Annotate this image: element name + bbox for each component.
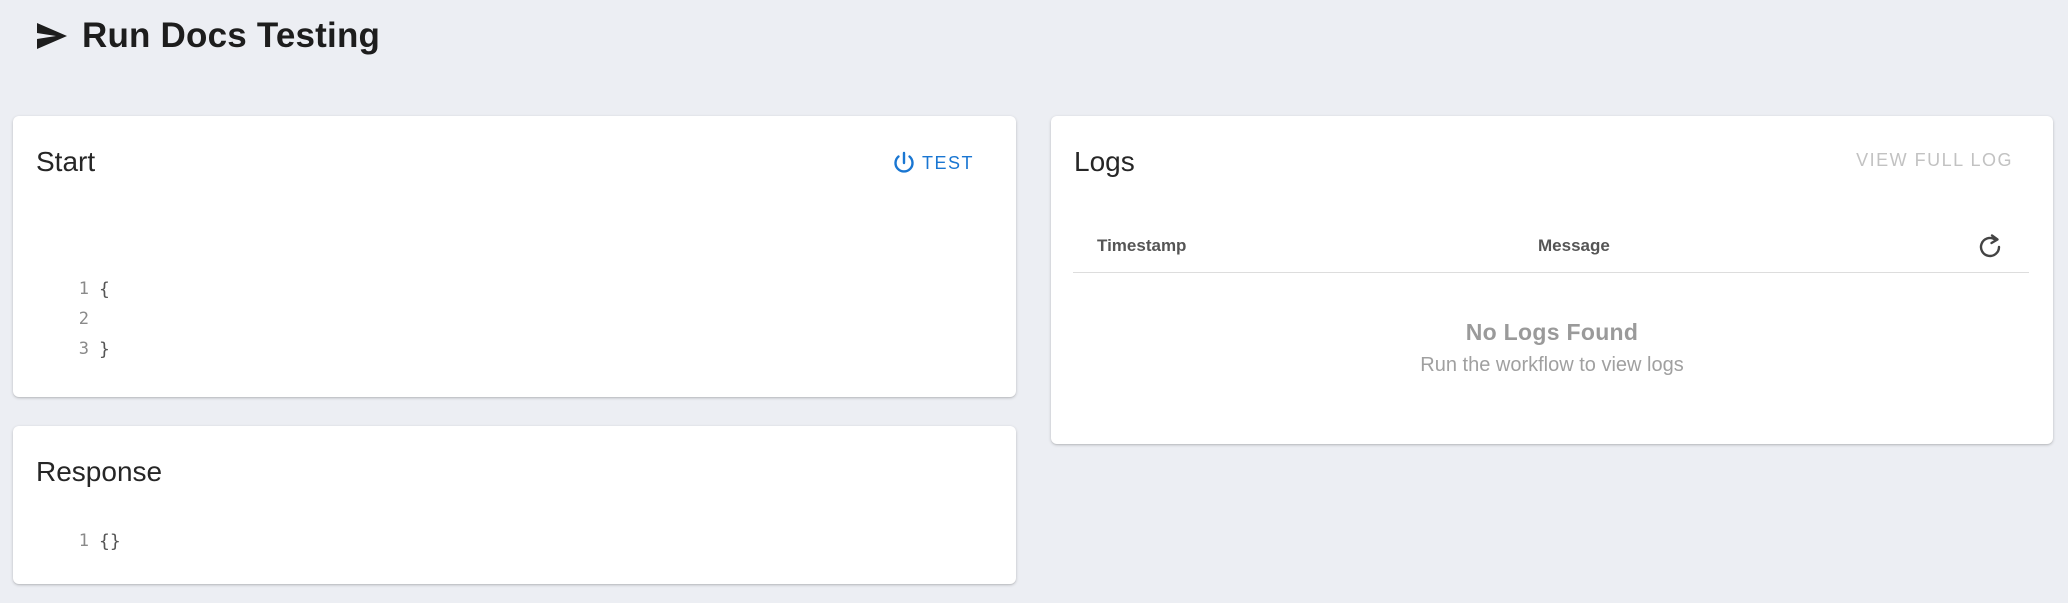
message-column-header[interactable]: Message [1538,236,1610,256]
empty-state-subtitle: Run the workflow to view logs [1420,354,1684,376]
test-button-label: TEST [921,152,974,173]
logs-card-title: Logs [1074,146,1135,177]
test-button[interactable]: TEST [888,145,978,181]
code-text: { [99,278,110,300]
start-code-editor[interactable]: 1 { 2 3 } [53,274,110,364]
logs-empty-state: No Logs Found Run the workflow to view l… [1051,319,2053,377]
line-number: 3 [78,339,89,359]
view-full-log-button[interactable]: VIEW FULL LOG [1856,150,2013,171]
code-text: {} [99,530,121,552]
logs-table-header: Timestamp Message [1073,220,2029,273]
response-card: Response 1 {} [13,426,1016,584]
code-line: 1 {} [53,526,121,556]
line-number: 1 [78,531,89,551]
start-card-title: Start [36,146,96,177]
code-text: } [99,338,110,360]
page-header: Run Docs Testing [36,14,380,58]
logs-card: Logs VIEW FULL LOG Timestamp Message No … [1051,116,2053,444]
response-code-view: 1 {} [53,526,121,556]
line-number: 2 [78,309,89,329]
code-line: 1 { [53,274,110,304]
send-icon [36,22,68,50]
response-card-title: Response [36,456,163,487]
line-number: 1 [78,279,89,299]
code-line: 2 [53,304,110,334]
page-title: Run Docs Testing [82,16,381,55]
code-line: 3 } [53,334,110,364]
start-card: Start TEST 1 { 2 3 } [13,116,1016,397]
power-icon [892,151,916,175]
empty-state-title: No Logs Found [1465,319,1639,345]
refresh-icon[interactable] [1973,230,2007,264]
timestamp-column-header[interactable]: Timestamp [1097,236,1186,256]
